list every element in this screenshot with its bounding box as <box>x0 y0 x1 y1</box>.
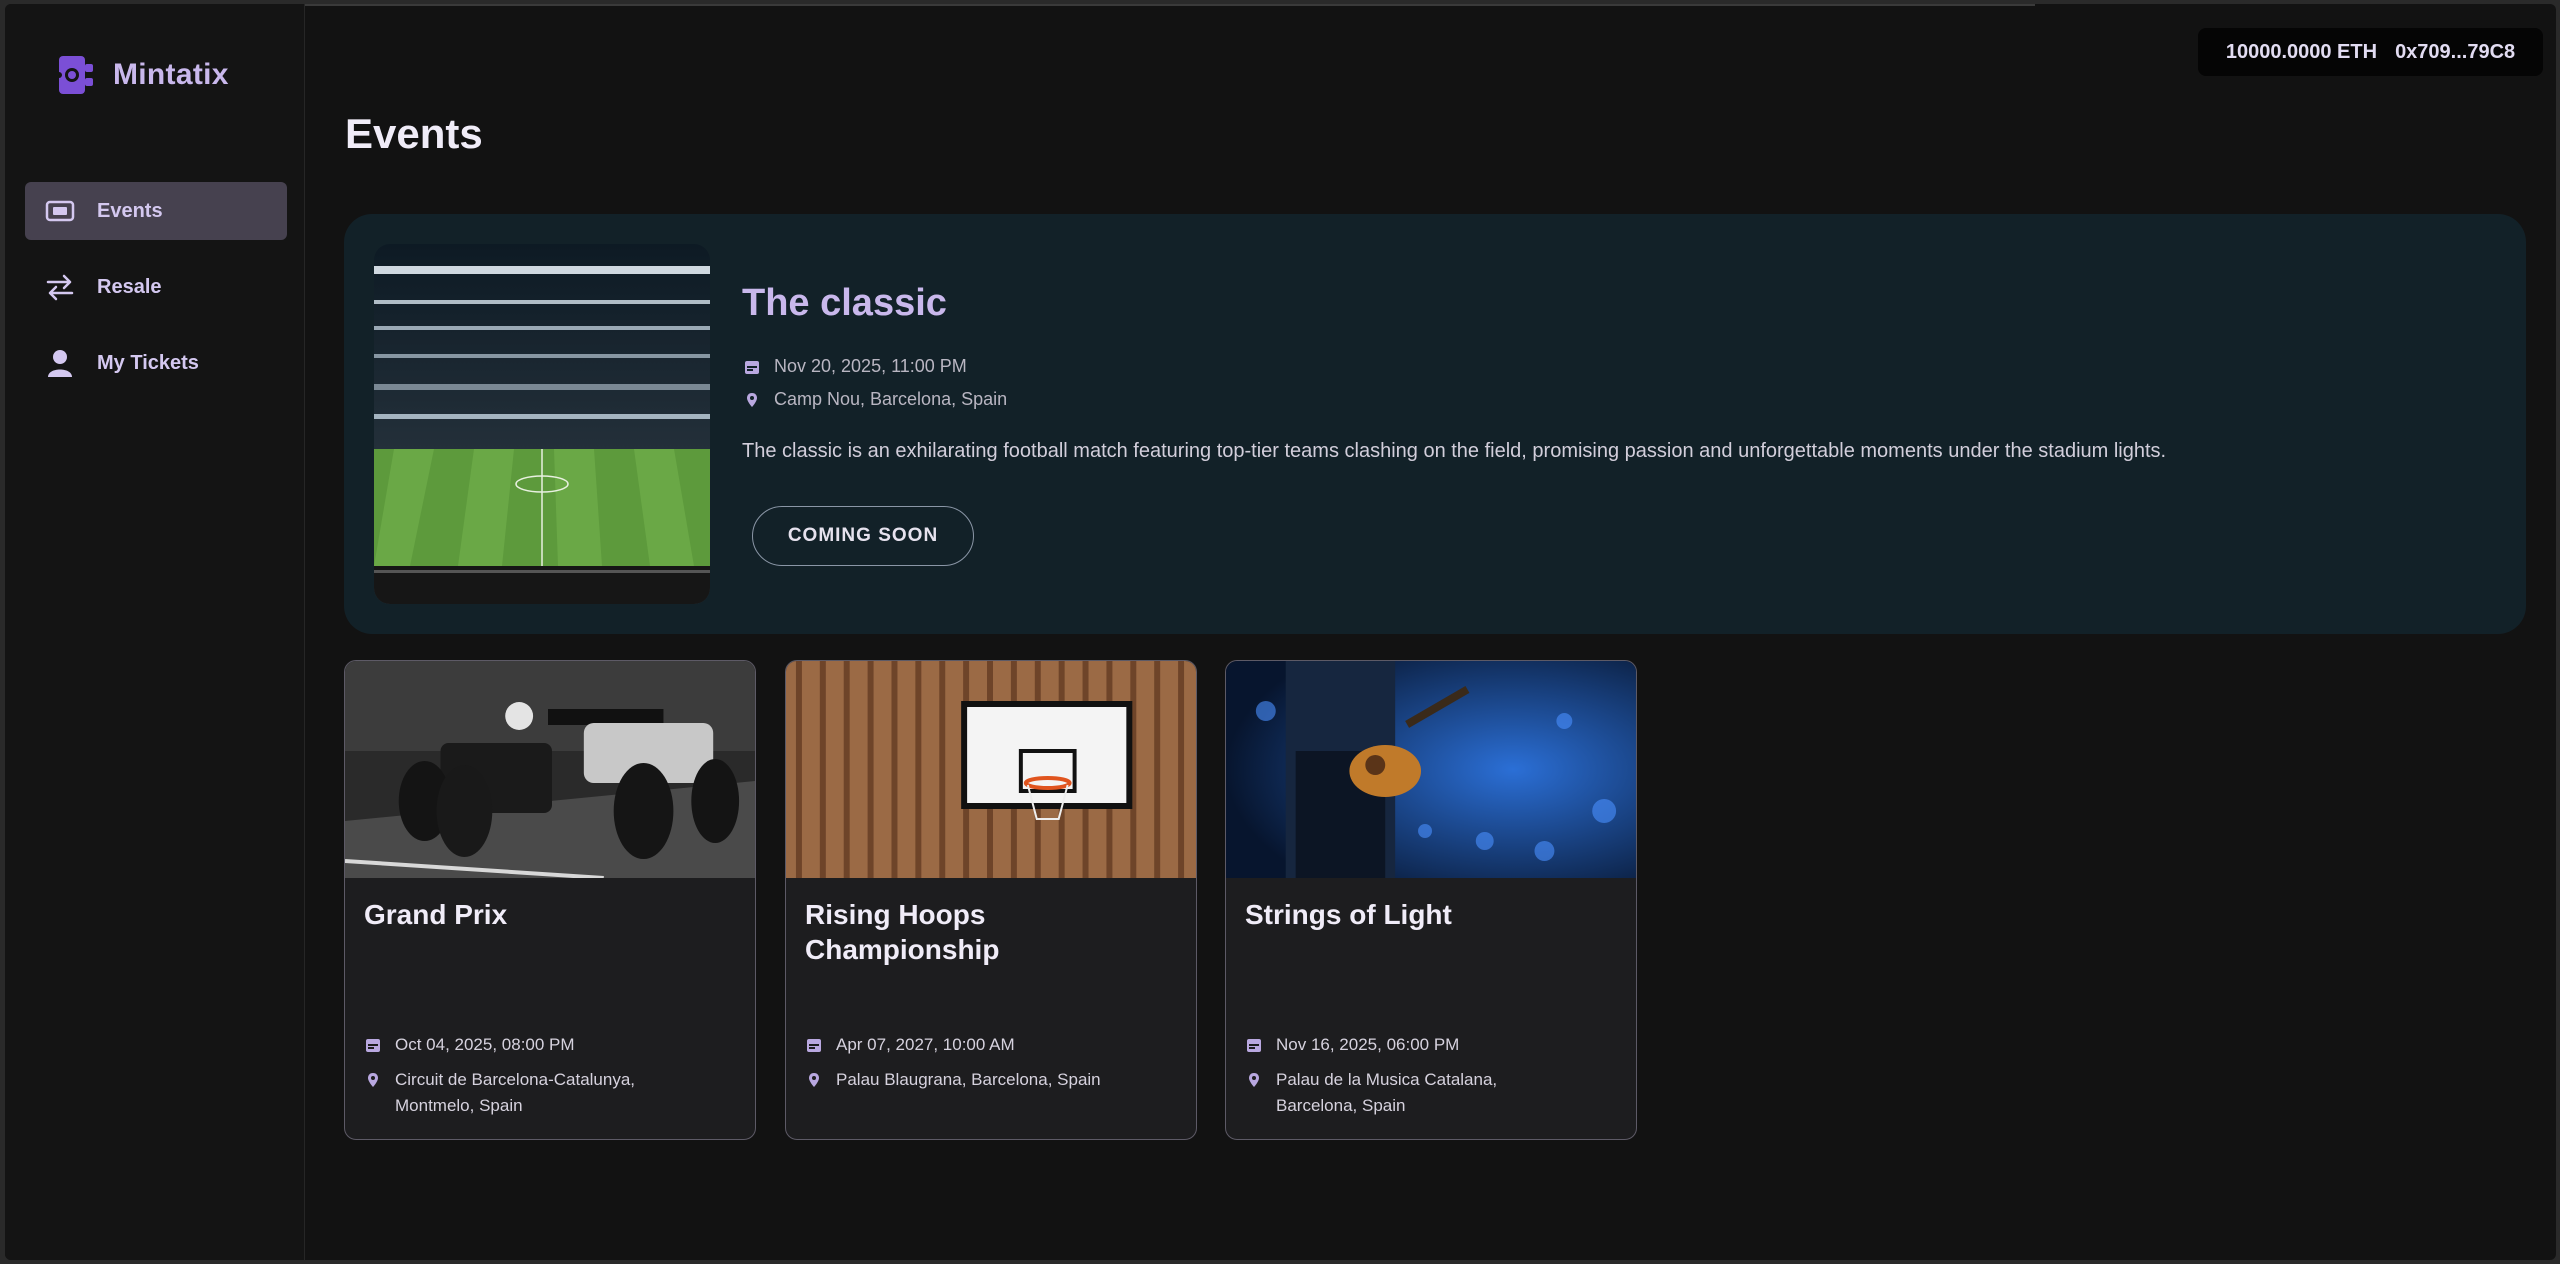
event-card-date-text: Oct 04, 2025, 08:00 PM <box>395 1035 575 1054</box>
app-window: Mintatix Events Resale My Tickets 10000.… <box>5 4 2556 1260</box>
location-pin-icon <box>747 392 757 407</box>
sidebar-item-label: Resale <box>97 275 162 298</box>
location-pin-icon <box>809 1073 819 1087</box>
featured-event-date: Nov 20, 2025, 11:00 PM <box>744 356 967 377</box>
brand-name: Mintatix <box>113 58 229 91</box>
user-icon <box>48 350 72 377</box>
featured-event-date-text: Nov 20, 2025, 11:00 PM <box>774 356 967 376</box>
location-pin-icon <box>1249 1073 1259 1087</box>
event-card[interactable]: Rising Hoops Championship Apr 07, 2027, … <box>785 660 1197 1140</box>
coming-soon-button[interactable]: COMING SOON <box>752 506 974 566</box>
event-card-date-text: Apr 07, 2027, 10:00 AM <box>836 1035 1015 1054</box>
sidebar: Mintatix Events Resale My Tickets <box>5 4 305 1260</box>
event-card-location-text: Palau de la Musica Catalana, Barcelona, … <box>1276 1070 1498 1115</box>
event-card-date: Oct 04, 2025, 08:00 PM <box>365 1035 575 1055</box>
sidebar-item-resale[interactable]: Resale <box>25 258 287 316</box>
sidebar-nav: Events Resale My Tickets <box>25 182 287 410</box>
page-title: Events <box>345 110 483 157</box>
wallet-address: 0x709...79C8 <box>2395 40 2516 63</box>
event-card-location-text: Palau Blaugrana, Barcelona, Spain <box>836 1070 1101 1089</box>
location-pin-icon <box>368 1073 378 1087</box>
calendar-icon <box>807 1039 821 1052</box>
event-card-title: Grand Prix <box>364 899 508 930</box>
guitarist-concert-image <box>1226 661 1636 878</box>
sidebar-item-my-tickets[interactable]: My Tickets <box>25 334 287 392</box>
wallet-button[interactable]: 10000.0000 ETH 0x709...79C8 <box>2198 28 2543 76</box>
ticket-icon <box>45 200 75 222</box>
brand[interactable]: Mintatix <box>55 52 229 98</box>
featured-event-location: Camp Nou, Barcelona, Spain <box>744 389 1007 410</box>
event-card-location: Circuit de Barcelona-Catalunya, Montmelo… <box>365 1067 695 1119</box>
wallet-balance: 10000.0000 ETH <box>2225 40 2378 63</box>
featured-event-card[interactable]: The classic Nov 20, 2025, 11:00 PM Camp … <box>344 214 2526 634</box>
event-card[interactable]: Strings of Light Nov 16, 2025, 06:00 PM … <box>1225 660 1637 1140</box>
event-card-location-text: Circuit de Barcelona-Catalunya, Montmelo… <box>395 1070 636 1115</box>
event-card-date-text: Nov 16, 2025, 06:00 PM <box>1276 1035 1460 1054</box>
featured-event-location-text: Camp Nou, Barcelona, Spain <box>774 389 1008 409</box>
featured-event-title: The classic <box>742 282 947 324</box>
event-card-date: Apr 07, 2027, 10:00 AM <box>806 1035 1015 1055</box>
sidebar-item-label: Events <box>97 199 163 222</box>
event-card-location: Palau de la Musica Catalana, Barcelona, … <box>1246 1067 1576 1119</box>
basketball-hoop-image <box>786 661 1196 878</box>
event-card-date: Nov 16, 2025, 06:00 PM <box>1246 1035 1459 1055</box>
calendar-icon <box>366 1039 380 1052</box>
stadium-image <box>374 244 710 604</box>
sidebar-item-label: My Tickets <box>97 351 199 374</box>
event-card[interactable]: Grand Prix Oct 04, 2025, 08:00 PM Circui… <box>344 660 756 1140</box>
swap-arrows-icon <box>46 274 74 301</box>
event-card-title: Rising Hoops Championship <box>805 899 1000 965</box>
window-top-border <box>195 4 2035 6</box>
event-card-location: Palau Blaugrana, Barcelona, Spain <box>806 1067 1136 1093</box>
featured-event-description: The classic is an exhilarating football … <box>742 440 2167 462</box>
event-card-title: Strings of Light <box>1245 899 1452 930</box>
ticket-logo-icon <box>56 56 93 94</box>
calendar-icon <box>745 360 759 374</box>
calendar-icon <box>1247 1039 1261 1052</box>
sidebar-item-events[interactable]: Events <box>25 182 287 240</box>
race-car-image <box>345 661 755 878</box>
